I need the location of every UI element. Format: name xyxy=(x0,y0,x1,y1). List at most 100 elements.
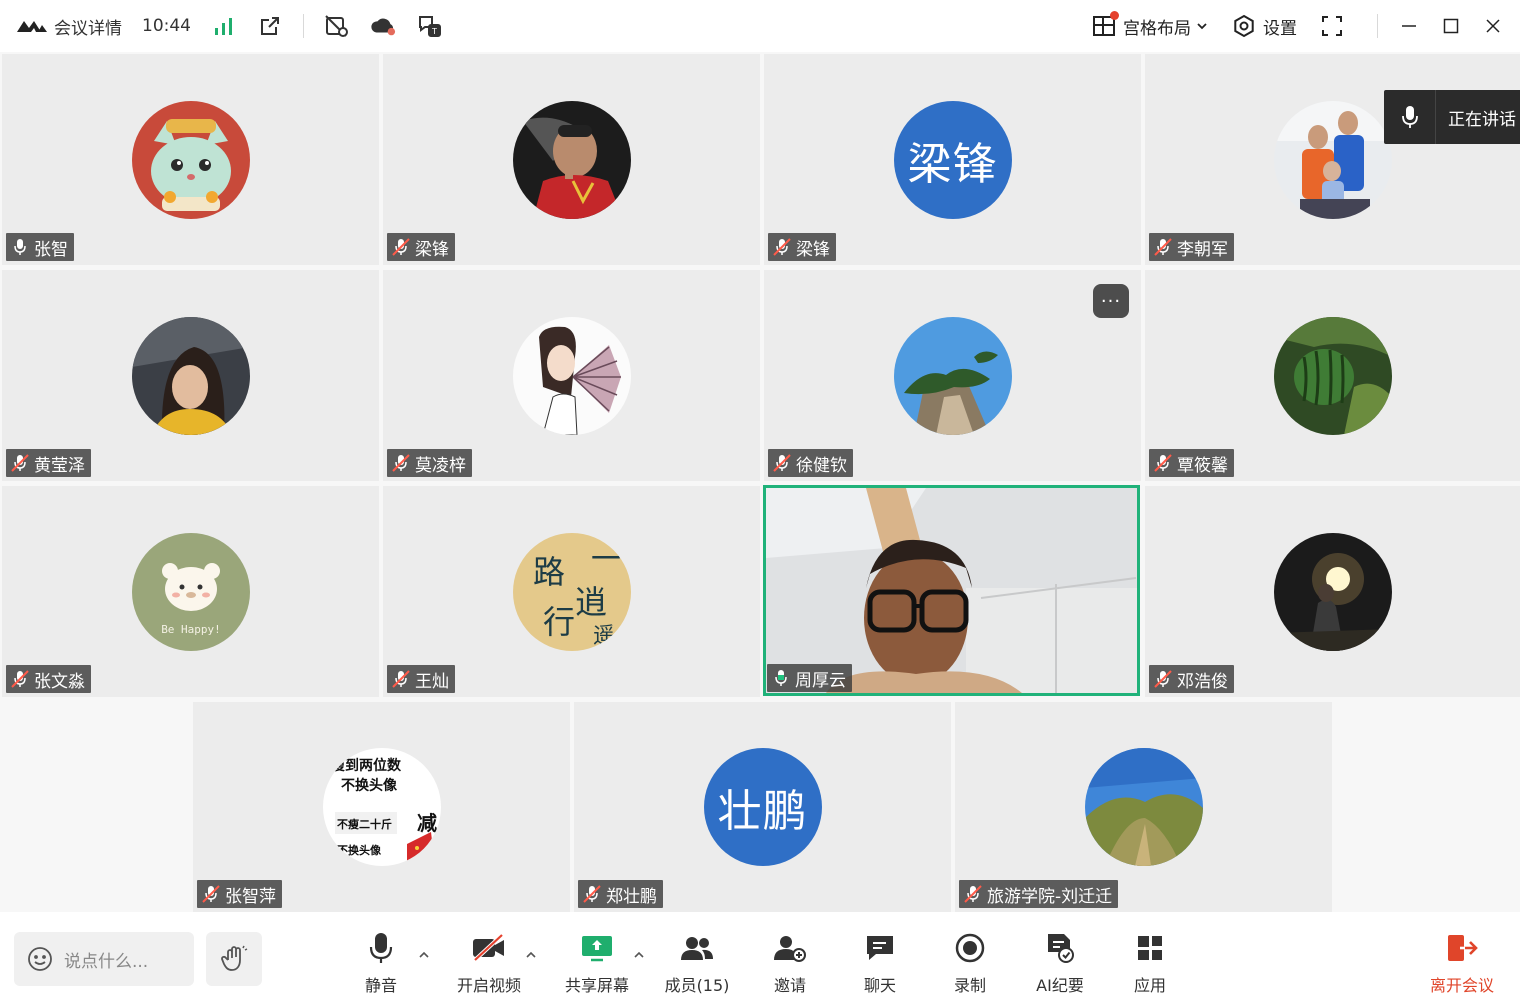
chat-button[interactable]: 聊天 xyxy=(835,930,925,996)
participant-nametag: 张智 xyxy=(6,233,74,261)
participant-tile[interactable]: 壮鹏 郑壮鹏 xyxy=(574,702,951,912)
external-window-icon[interactable] xyxy=(257,13,283,39)
calligraphy-char: 一 xyxy=(591,542,621,577)
participant-nametag: 黄莹泽 xyxy=(6,449,91,477)
participant-nametag: 莫凌梓 xyxy=(387,449,472,477)
raise-hand-button[interactable] xyxy=(206,932,262,986)
translate-icon[interactable]: T xyxy=(416,13,442,39)
apps-button[interactable]: 应用 xyxy=(1105,930,1195,996)
maximize-button[interactable] xyxy=(1430,0,1472,52)
participant-nametag: 梁锋 xyxy=(768,233,836,261)
participant-tile[interactable]: 梁锋 梁锋 xyxy=(764,54,1141,265)
chat-bubble-icon xyxy=(862,930,898,966)
quick-chat-input[interactable]: 说点什么... xyxy=(14,932,194,986)
speaking-label: 正在讲话 xyxy=(1448,109,1516,130)
grid-layout-label: 宫格布局 xyxy=(1123,18,1191,39)
calligraphy-char: 路 xyxy=(533,553,565,591)
minimize-button[interactable] xyxy=(1388,0,1430,52)
participant-avatar xyxy=(512,316,631,435)
participant-tile[interactable]: 张智 xyxy=(2,54,379,265)
participant-avatar-text: 梁锋 xyxy=(893,100,1012,219)
mic-muted-icon xyxy=(10,669,30,689)
window-controls-divider xyxy=(1377,14,1378,38)
start-video-button[interactable]: 开启视频 xyxy=(444,930,534,996)
leave-meeting-button[interactable]: 离开会议 xyxy=(1417,930,1507,996)
participant-nametag: 张文淼 xyxy=(6,665,91,693)
participant-tile[interactable]: 李朝军 xyxy=(1145,54,1520,265)
mic-muted-icon xyxy=(201,884,221,904)
mic-muted-icon xyxy=(582,884,602,904)
grid-layout-icon xyxy=(1091,11,1119,39)
participant-avatar xyxy=(131,100,250,219)
participant-avatar xyxy=(1084,748,1203,866)
microphone-icon xyxy=(363,930,399,966)
meeting-clock: 10:44 xyxy=(142,16,191,36)
invite-button[interactable]: 邀请 xyxy=(745,930,835,996)
participant-name: 邓浩俊 xyxy=(1177,671,1228,692)
chat-placeholder: 说点什么... xyxy=(64,951,149,972)
notification-dot xyxy=(1110,11,1119,20)
participant-tile[interactable]: 莫凌梓 xyxy=(383,270,760,481)
participant-nametag: 梁锋 xyxy=(387,233,455,261)
mic-icon xyxy=(1384,90,1436,144)
video-options-caret[interactable] xyxy=(524,948,538,962)
ai-summary-label: AI纪要 xyxy=(1036,976,1084,995)
maximize-icon xyxy=(1443,18,1459,34)
participant-tile[interactable]: 覃筱馨 xyxy=(1145,270,1520,481)
mic-muted-icon xyxy=(10,453,30,473)
speaking-indicator: 正在讲话 xyxy=(1384,90,1520,144)
raise-hand-icon xyxy=(221,945,248,971)
share-screen-label: 共享屏幕 xyxy=(564,976,629,995)
ai-summary-button[interactable]: AI纪要 xyxy=(1015,930,1105,996)
participant-avatar xyxy=(1273,316,1392,435)
signal-strength-icon[interactable] xyxy=(211,13,237,39)
participant-tile[interactable]: 邓浩俊 xyxy=(1145,486,1520,697)
gear-icon xyxy=(1231,13,1257,39)
share-options-caret[interactable] xyxy=(632,948,646,962)
cloud-record-icon[interactable] xyxy=(370,13,396,39)
apps-grid-icon xyxy=(1132,930,1168,966)
bottom-toolbar: 说点什么... 静音 开启视频 共享屏幕 成员(15) 邀请 聊天 录制 AI纪… xyxy=(0,912,1520,998)
record-button[interactable]: 录制 xyxy=(925,930,1015,996)
close-button[interactable] xyxy=(1472,0,1514,52)
toolbar-divider xyxy=(303,14,304,38)
participant-nametag: 徐健钦 xyxy=(768,449,853,477)
settings-button[interactable]: 设置 xyxy=(1231,13,1297,39)
participant-nametag: 王灿 xyxy=(387,665,455,693)
mic-muted-icon xyxy=(1153,453,1173,473)
participant-name: 覃筱馨 xyxy=(1177,455,1228,476)
fullscreen-button[interactable] xyxy=(1319,13,1351,39)
start-video-label: 开启视频 xyxy=(456,976,521,995)
mute-options-caret[interactable] xyxy=(417,948,431,962)
meeting-details-link[interactable]: 会议详情 xyxy=(54,14,122,39)
participant-tile[interactable]: 一 路 逍 遥 行 王灿 xyxy=(383,486,760,697)
participant-nametag: 张智萍 xyxy=(197,880,282,908)
top-bar: 会议详情 10:44 T 宫格布局 设置 xyxy=(0,0,1520,52)
participant-avatar: Be Happy! xyxy=(131,532,250,651)
participant-tile[interactable]: 旅游学院-刘迁迁 xyxy=(955,702,1332,912)
ai-summary-icon xyxy=(1042,930,1078,966)
participant-tile[interactable]: 梁锋 xyxy=(383,54,760,265)
participant-tile[interactable]: 黄莹泽 xyxy=(2,270,379,481)
minimize-icon xyxy=(1402,25,1416,27)
add-user-icon xyxy=(772,930,808,966)
participant-name: 梁锋 xyxy=(415,239,449,260)
participant-name: 梁锋 xyxy=(796,239,830,260)
members-button[interactable]: 成员(15) xyxy=(652,930,742,996)
emoji-icon[interactable] xyxy=(26,945,54,973)
participant-tile[interactable]: ··· 徐健钦 xyxy=(764,270,1141,481)
grid-layout-button[interactable]: 宫格布局 xyxy=(1091,11,1209,39)
participant-tile[interactable]: 瘦到两位数 不换头像 不瘦二十斤 减 不换头像 张智萍 xyxy=(193,702,570,912)
record-icon xyxy=(952,930,988,966)
more-options-button[interactable]: ··· xyxy=(1093,284,1129,318)
invite-label: 邀请 xyxy=(773,976,806,995)
no-ai-caption-icon[interactable] xyxy=(324,13,350,39)
share-screen-button[interactable]: 共享屏幕 xyxy=(552,930,642,996)
participant-name: 张智 xyxy=(34,239,68,260)
calligraphy-char: 行 xyxy=(543,603,575,641)
active-speaker-video-tile[interactable]: 周厚云 xyxy=(763,485,1140,696)
participant-tile[interactable]: Be Happy! 张文淼 xyxy=(2,486,379,697)
mute-button[interactable]: 静音 xyxy=(336,930,426,996)
participant-nametag: 周厚云 xyxy=(767,664,852,692)
app-logo-icon xyxy=(16,16,48,36)
